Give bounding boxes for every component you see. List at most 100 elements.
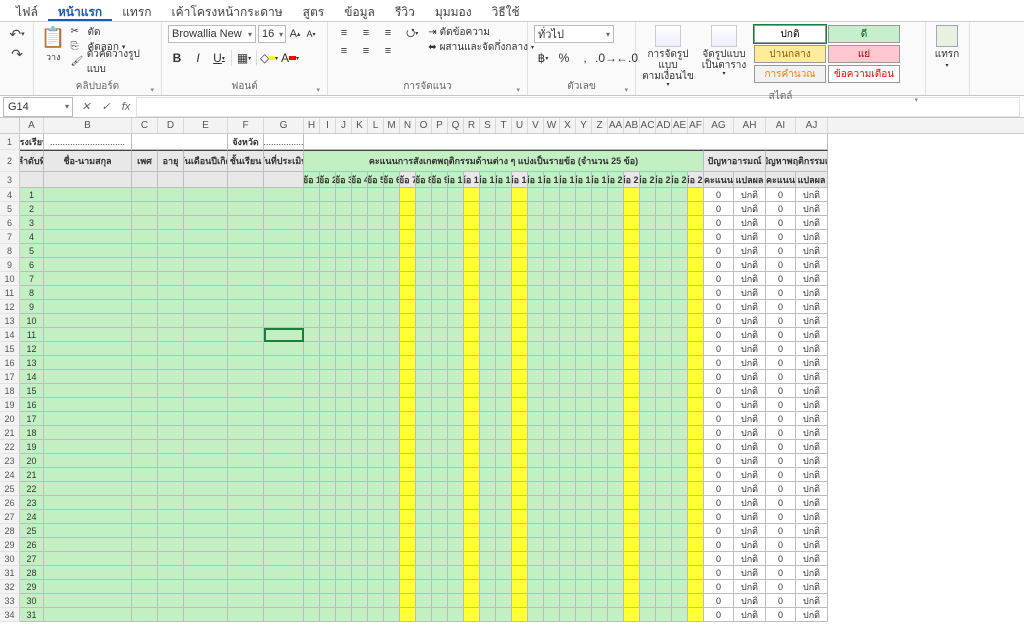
cell[interactable]: 22 xyxy=(20,482,44,496)
cell[interactable] xyxy=(44,202,132,216)
cell[interactable] xyxy=(228,258,264,272)
align-center-button[interactable]: ≡ xyxy=(356,43,376,59)
cell[interactable]: ปกติ xyxy=(734,412,766,426)
cell[interactable]: ปกติ xyxy=(796,300,828,314)
cancel-fx-button[interactable]: ✕ xyxy=(78,99,94,115)
cell[interactable] xyxy=(184,566,228,580)
cell[interactable] xyxy=(320,300,336,314)
cell[interactable] xyxy=(158,412,184,426)
cell[interactable] xyxy=(544,426,560,440)
cell[interactable]: 26 xyxy=(20,538,44,552)
cell[interactable] xyxy=(608,482,624,496)
cell[interactable] xyxy=(544,216,560,230)
cell[interactable] xyxy=(132,552,158,566)
cell[interactable] xyxy=(132,258,158,272)
cell[interactable] xyxy=(640,510,656,524)
cell[interactable] xyxy=(592,454,608,468)
cell[interactable] xyxy=(184,328,228,342)
cell[interactable]: ข้อ 9 xyxy=(432,172,448,188)
cell[interactable] xyxy=(352,426,368,440)
cell[interactable] xyxy=(496,314,512,328)
cell[interactable] xyxy=(528,398,544,412)
cell[interactable] xyxy=(400,440,416,454)
cell[interactable] xyxy=(264,608,304,622)
cell[interactable] xyxy=(560,314,576,328)
cell[interactable] xyxy=(496,594,512,608)
cell[interactable] xyxy=(688,398,704,412)
cell[interactable] xyxy=(608,580,624,594)
cell[interactable] xyxy=(352,328,368,342)
cell[interactable] xyxy=(496,384,512,398)
cell[interactable] xyxy=(320,538,336,552)
cell[interactable] xyxy=(592,538,608,552)
cell[interactable] xyxy=(560,384,576,398)
cell[interactable] xyxy=(560,328,576,342)
cell[interactable] xyxy=(608,202,624,216)
cell[interactable] xyxy=(304,314,320,328)
cell[interactable] xyxy=(544,580,560,594)
cell[interactable] xyxy=(264,426,304,440)
cell[interactable] xyxy=(158,258,184,272)
cell[interactable] xyxy=(544,188,560,202)
cell[interactable] xyxy=(528,244,544,258)
row-header[interactable]: 15 xyxy=(0,342,20,356)
cell[interactable]: ข้อ 11 xyxy=(464,172,480,188)
cell[interactable]: ปกติ xyxy=(796,440,828,454)
cell[interactable] xyxy=(184,412,228,426)
cell[interactable]: ปกติ xyxy=(734,426,766,440)
cell[interactable]: ข้อ 21 xyxy=(624,172,640,188)
cell[interactable] xyxy=(352,300,368,314)
cell[interactable] xyxy=(528,510,544,524)
cell[interactable] xyxy=(656,328,672,342)
cell[interactable] xyxy=(304,342,320,356)
cell[interactable] xyxy=(480,468,496,482)
cell[interactable] xyxy=(688,468,704,482)
cell[interactable]: ปกติ xyxy=(796,244,828,258)
cell[interactable] xyxy=(448,510,464,524)
cell[interactable] xyxy=(464,202,480,216)
cell[interactable] xyxy=(576,482,592,496)
col-header[interactable]: V xyxy=(528,118,544,133)
cell[interactable] xyxy=(560,580,576,594)
cell[interactable] xyxy=(528,608,544,622)
cell[interactable]: ปกติ xyxy=(796,230,828,244)
cell[interactable] xyxy=(432,216,448,230)
cell[interactable] xyxy=(228,412,264,426)
cell[interactable] xyxy=(512,510,528,524)
cell[interactable] xyxy=(320,510,336,524)
row-header[interactable]: 12 xyxy=(0,300,20,314)
cell[interactable] xyxy=(228,566,264,580)
cell[interactable] xyxy=(608,230,624,244)
cell[interactable] xyxy=(624,328,640,342)
cell[interactable] xyxy=(496,426,512,440)
cell[interactable] xyxy=(560,594,576,608)
cell[interactable]: 0 xyxy=(704,286,734,300)
cell[interactable] xyxy=(416,272,432,286)
cell[interactable] xyxy=(304,230,320,244)
cell[interactable] xyxy=(228,580,264,594)
cell[interactable] xyxy=(464,258,480,272)
cell[interactable] xyxy=(304,594,320,608)
cell[interactable] xyxy=(656,398,672,412)
cell[interactable] xyxy=(560,216,576,230)
cell-style-1[interactable]: ดี xyxy=(828,25,900,43)
cell[interactable] xyxy=(416,524,432,538)
cell[interactable] xyxy=(44,580,132,594)
cell[interactable] xyxy=(336,510,352,524)
cell[interactable] xyxy=(464,300,480,314)
cell[interactable] xyxy=(656,384,672,398)
cell[interactable] xyxy=(158,426,184,440)
cell[interactable] xyxy=(672,370,688,384)
cell[interactable]: ปกติ xyxy=(734,524,766,538)
cell[interactable] xyxy=(158,342,184,356)
cell[interactable] xyxy=(304,384,320,398)
cell[interactable]: 0 xyxy=(704,342,734,356)
cell[interactable] xyxy=(560,482,576,496)
cell[interactable] xyxy=(624,398,640,412)
cell[interactable] xyxy=(624,426,640,440)
cell[interactable]: 20 xyxy=(20,454,44,468)
col-header[interactable]: AH xyxy=(734,118,766,133)
cell[interactable] xyxy=(512,594,528,608)
cell[interactable] xyxy=(264,398,304,412)
blank[interactable] xyxy=(132,134,228,150)
